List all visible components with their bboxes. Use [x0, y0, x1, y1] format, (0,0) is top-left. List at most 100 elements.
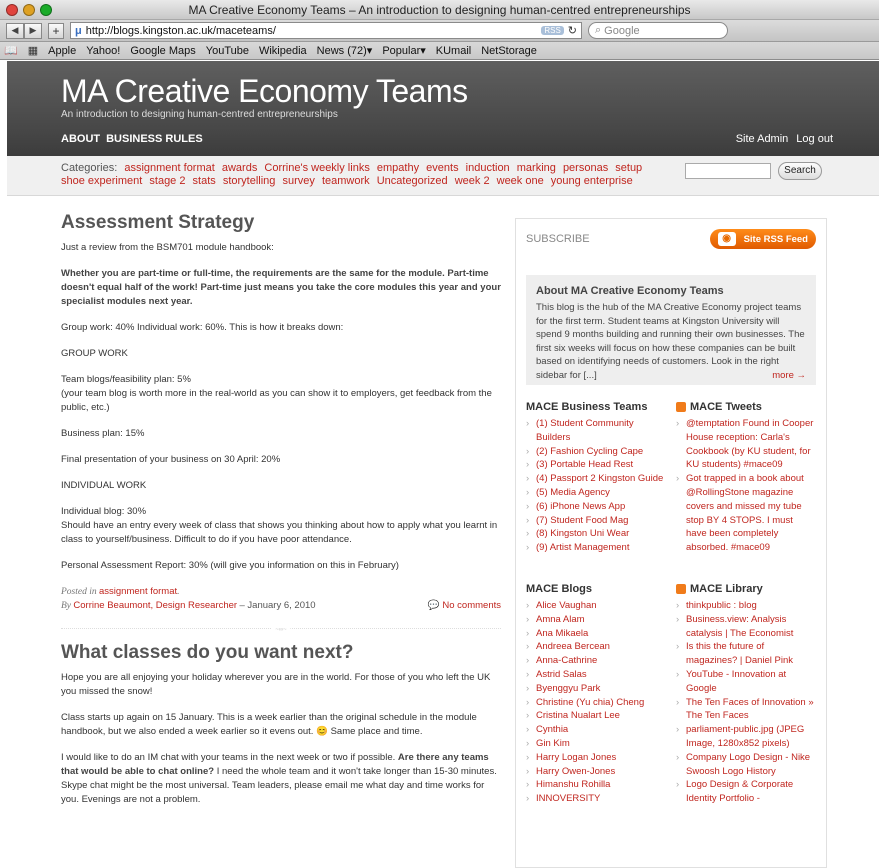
- add-bookmark-button[interactable]: +: [48, 22, 64, 39]
- library-link[interactable]: The Ten Faces of Innovation » The Ten Fa…: [676, 696, 816, 724]
- category-link[interactable]: teamwork: [322, 175, 370, 187]
- bookmark-item[interactable]: Popular▾: [382, 44, 425, 57]
- blog-link[interactable]: Astrid Salas: [526, 668, 666, 682]
- blog-link[interactable]: Amna Alam: [526, 613, 666, 627]
- category-link[interactable]: empathy: [377, 162, 419, 174]
- blog-link[interactable]: Ana Mikaela: [526, 627, 666, 641]
- blog-link[interactable]: Anna-Cathrine: [526, 654, 666, 668]
- browser-search-field[interactable]: ⌕ Google: [588, 22, 728, 39]
- blog-link[interactable]: Alice Vaughan: [526, 599, 666, 613]
- smiley-icon: 😊: [316, 726, 328, 737]
- close-button[interactable]: [6, 4, 18, 16]
- post-title[interactable]: What classes do you want next?: [61, 643, 501, 663]
- category-link[interactable]: Uncategorized: [377, 175, 448, 187]
- search-button[interactable]: Search: [778, 162, 822, 180]
- nav-business-rules[interactable]: BUSINESS RULES: [106, 133, 203, 145]
- rss-icon: ◉: [717, 232, 736, 246]
- category-link[interactable]: Corrine's weekly links: [264, 162, 369, 174]
- blog-link[interactable]: Byenggyu Park: [526, 682, 666, 696]
- category-link[interactable]: stats: [193, 175, 216, 187]
- team-link[interactable]: (1) Student Community Builders: [526, 417, 666, 445]
- bookmark-item[interactable]: Apple: [48, 45, 76, 57]
- tweets-widget: MACE Tweets @temptation Found in Cooper …: [676, 401, 816, 555]
- book-icon[interactable]: 📖: [4, 44, 18, 57]
- minimize-button[interactable]: [23, 4, 35, 16]
- blog-link[interactable]: Himanshu Rohilla: [526, 778, 666, 792]
- logout-link[interactable]: Log out: [796, 133, 833, 145]
- library-link[interactable]: thinkpublic : blog: [676, 599, 816, 613]
- blog-link[interactable]: Andreea Bercean: [526, 640, 666, 654]
- zoom-button[interactable]: [40, 4, 52, 16]
- team-link[interactable]: (3) Portable Head Rest: [526, 458, 666, 472]
- team-link[interactable]: (7) Student Food Mag: [526, 514, 666, 528]
- category-link[interactable]: setup: [615, 162, 642, 174]
- library-link[interactable]: Is this the future of magazines? | Danie…: [676, 640, 816, 668]
- bookmark-item[interactable]: Google Maps: [130, 45, 195, 57]
- back-button[interactable]: ◀: [6, 22, 24, 39]
- category-link[interactable]: marking: [517, 162, 556, 174]
- library-link[interactable]: Business.view: Analysis catalysis | The …: [676, 613, 816, 641]
- blog-link[interactable]: Cynthia: [526, 723, 666, 737]
- post-title[interactable]: Assessment Strategy: [61, 213, 501, 233]
- category-link[interactable]: personas: [563, 162, 608, 174]
- category-link[interactable]: events: [426, 162, 458, 174]
- category-link[interactable]: storytelling: [223, 175, 276, 187]
- post-divider: [61, 619, 501, 629]
- team-link[interactable]: (5) Media Agency: [526, 486, 666, 500]
- team-link[interactable]: (9) Artist Management: [526, 541, 666, 555]
- tweet-link[interactable]: @temptation Found in Cooper House recept…: [676, 417, 816, 472]
- about-title: About MA Creative Economy Teams: [536, 285, 724, 297]
- blog-link[interactable]: Harry Logan Jones: [526, 751, 666, 765]
- bookmark-item[interactable]: Wikipedia: [259, 45, 307, 57]
- category-link[interactable]: assignment format: [124, 162, 214, 174]
- site-search-input[interactable]: [685, 163, 771, 179]
- site-admin-link[interactable]: Site Admin: [736, 133, 789, 145]
- bookmark-item[interactable]: News (72)▾: [317, 44, 373, 57]
- bookmark-item[interactable]: NetStorage: [481, 45, 537, 57]
- category-link[interactable]: stage 2: [149, 175, 185, 187]
- author-link[interactable]: Corrine Beaumont, Design Researcher: [73, 600, 237, 611]
- library-link[interactable]: Company Logo Design - Nike Swoosh Logo H…: [676, 751, 816, 779]
- post-category-link[interactable]: assignment format: [99, 586, 177, 597]
- blog-link[interactable]: Harry Owen-Jones: [526, 765, 666, 779]
- library-link[interactable]: parliament-public.jpg (JPEG Image, 1280x…: [676, 723, 816, 751]
- library-link[interactable]: YouTube - Innovation at Google: [676, 668, 816, 696]
- library-widget: MACE Library thinkpublic : blog Business…: [676, 583, 816, 806]
- address-bar[interactable]: μ http://blogs.kingston.ac.uk/maceteams/…: [70, 22, 582, 39]
- web-page: MA Creative Economy Teams An introductio…: [7, 61, 879, 868]
- bookmark-item[interactable]: Yahoo!: [86, 45, 120, 57]
- category-link[interactable]: young enterprise: [551, 175, 633, 187]
- category-link[interactable]: awards: [222, 162, 257, 174]
- browser-window: MA Creative Economy Teams – An introduct…: [0, 0, 879, 868]
- forward-button[interactable]: ▶: [24, 22, 42, 39]
- category-link[interactable]: week one: [497, 175, 544, 187]
- category-link[interactable]: week 2: [455, 175, 490, 187]
- rss-badge[interactable]: RSS: [541, 26, 564, 35]
- bookmark-item[interactable]: KUmail: [436, 45, 471, 57]
- team-link[interactable]: (8) Kingston Uni Wear: [526, 527, 666, 541]
- post-line: Should have an entry every week of class…: [61, 520, 498, 545]
- category-link[interactable]: induction: [466, 162, 510, 174]
- library-link[interactable]: Logo Design & Corporate Identity Portfol…: [676, 778, 816, 806]
- blog-link[interactable]: Christine (Yu chia) Cheng: [526, 696, 666, 710]
- category-link[interactable]: shoe experiment: [61, 175, 142, 187]
- post-paragraph: INDIVIDUAL WORK: [61, 480, 147, 491]
- grid-icon[interactable]: ▦: [28, 44, 38, 57]
- team-link[interactable]: (4) Passport 2 Kingston Guide: [526, 472, 666, 486]
- site-title[interactable]: MA Creative Economy Teams: [61, 61, 879, 107]
- tweet-link[interactable]: Got trapped in a book about @RollingSton…: [676, 472, 816, 555]
- reload-icon[interactable]: ↻: [568, 24, 577, 37]
- blog-link[interactable]: INNOVERSITY: [526, 792, 666, 806]
- category-link[interactable]: survey: [282, 175, 314, 187]
- blog-link[interactable]: Gin Kim: [526, 737, 666, 751]
- more-link[interactable]: more →: [772, 369, 806, 383]
- nav-about[interactable]: ABOUT: [61, 133, 100, 145]
- bookmark-item[interactable]: YouTube: [206, 45, 249, 57]
- rss-icon[interactable]: [676, 402, 686, 412]
- rss-icon[interactable]: [676, 583, 686, 594]
- team-link[interactable]: (2) Fashion Cycling Cape: [526, 445, 666, 459]
- team-link[interactable]: (6) iPhone News App: [526, 500, 666, 514]
- comments-link[interactable]: 💬 No comments: [428, 599, 501, 613]
- site-rss-feed-button[interactable]: ◉ Site RSS Feed: [709, 229, 816, 249]
- blog-link[interactable]: Cristina Nualart Lee: [526, 709, 666, 723]
